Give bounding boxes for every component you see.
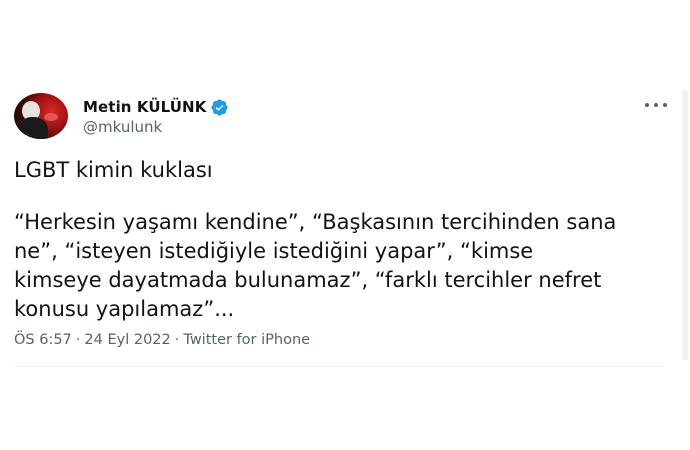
divider bbox=[14, 366, 664, 367]
more-dot bbox=[663, 103, 667, 107]
avatar-body bbox=[18, 117, 48, 139]
avatar-highlight bbox=[44, 113, 58, 121]
tweet-headline: LGBT kimin kuklası bbox=[14, 158, 213, 182]
more-options-icon[interactable] bbox=[645, 98, 667, 112]
author-avatar[interactable] bbox=[14, 93, 68, 139]
meta-separator: · bbox=[75, 332, 81, 348]
meta-separator: · bbox=[174, 332, 180, 348]
scrollbar[interactable] bbox=[682, 90, 688, 360]
more-dot bbox=[654, 103, 658, 107]
author-handle[interactable]: @mkulunk bbox=[83, 118, 162, 136]
tweet-source[interactable]: Twitter for iPhone bbox=[183, 332, 310, 348]
author-name-row[interactable]: Metin KÜLÜNK bbox=[83, 96, 229, 118]
tweet-card: Metin KÜLÜNK @mkulunk LGBT kimin kuklası… bbox=[0, 0, 690, 450]
more-dot bbox=[645, 103, 649, 107]
tweet-date[interactable]: 24 Eyl 2022 bbox=[84, 332, 170, 348]
tweet-body: “Herkesin yaşamı kendine”, “Başkasının t… bbox=[14, 210, 617, 321]
tweet-meta: ÖS 6:57 · 24 Eyl 2022 · Twitter for iPho… bbox=[14, 332, 310, 348]
tweet-time[interactable]: ÖS 6:57 bbox=[14, 332, 72, 348]
author-display-name[interactable]: Metin KÜLÜNK bbox=[83, 98, 206, 116]
verified-badge-icon bbox=[211, 98, 229, 116]
